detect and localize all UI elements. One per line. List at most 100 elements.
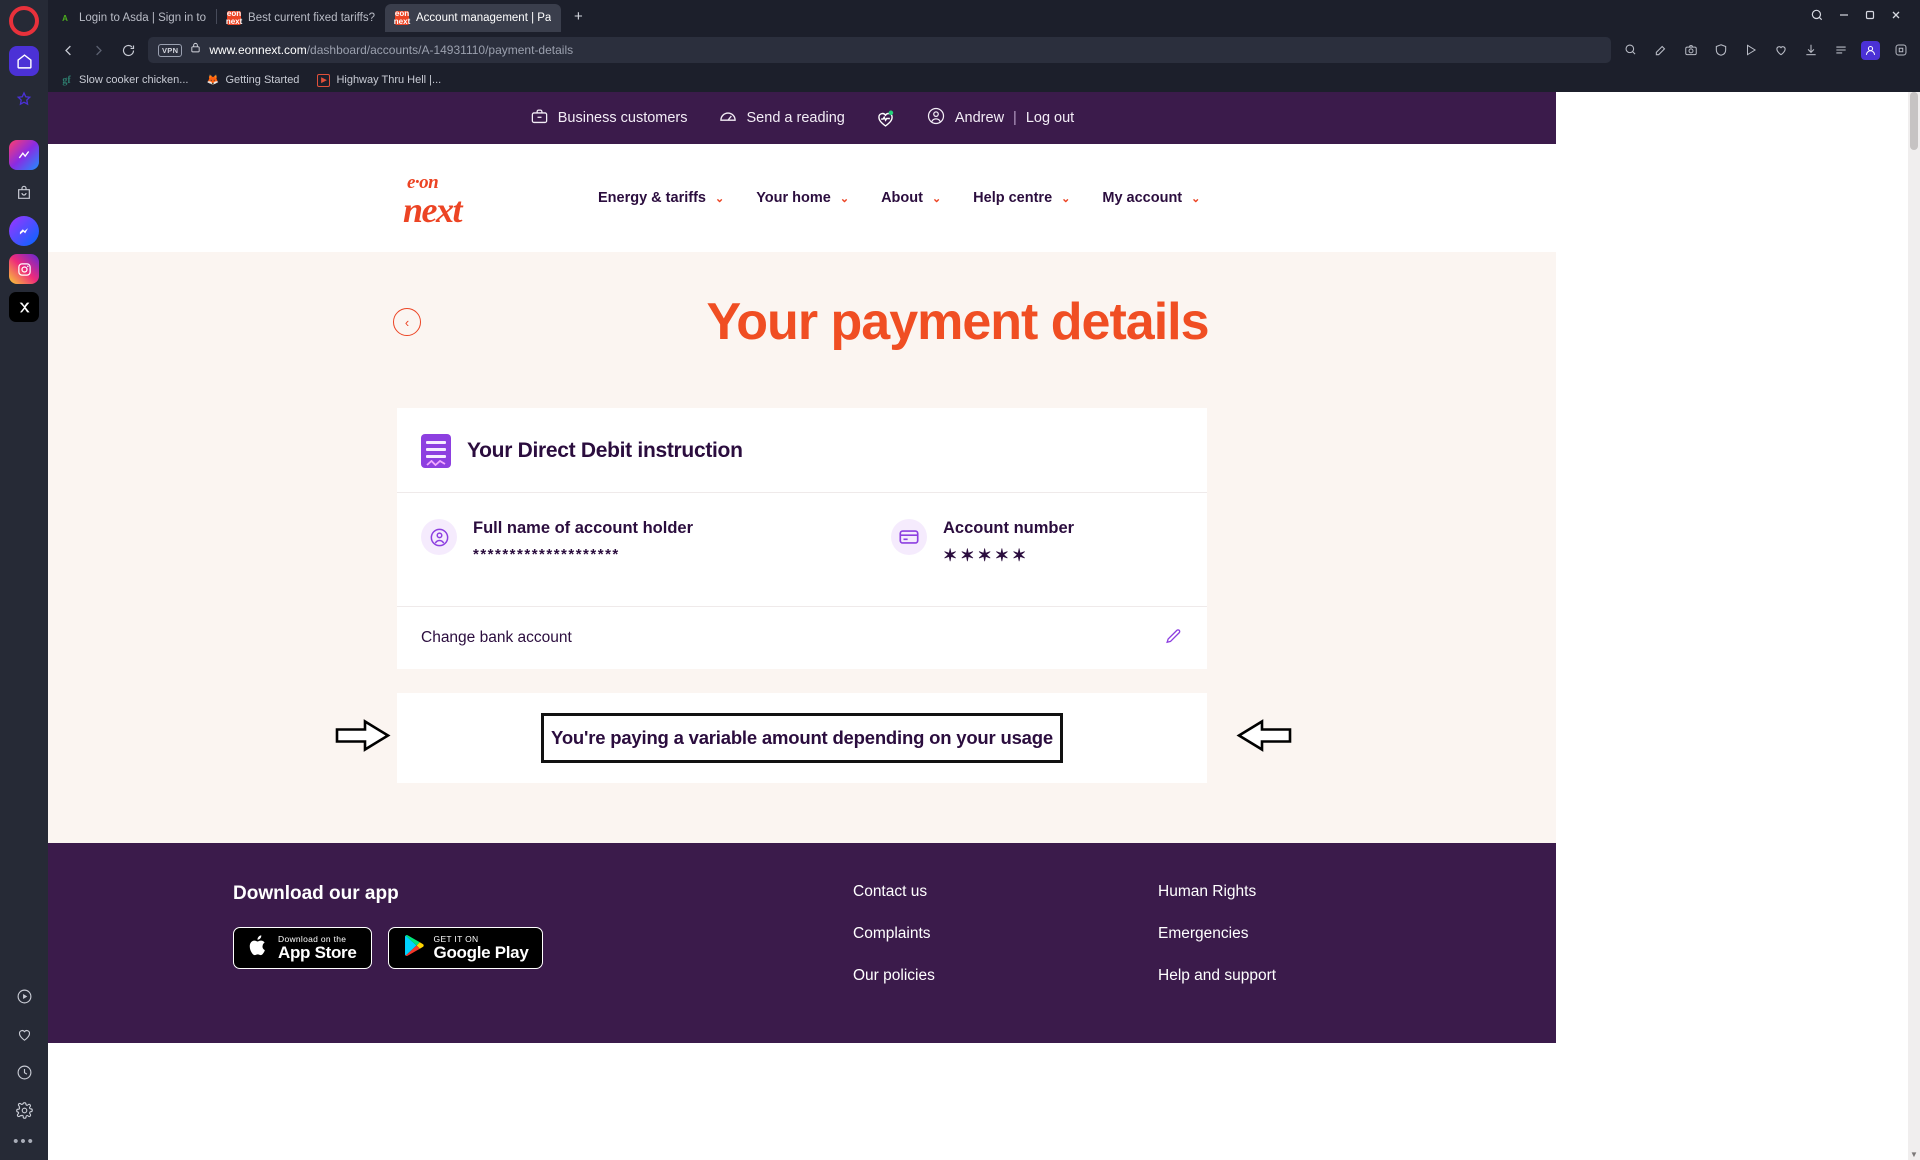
scroll-down-arrow[interactable]: ▼	[1908, 1148, 1920, 1160]
search-icon[interactable]	[1810, 8, 1824, 24]
nav-links: Energy & tariffs ⌄ Your home ⌄ About ⌄ H…	[598, 190, 1200, 206]
sidebar-item-instagram[interactable]	[9, 254, 39, 284]
maximize-button[interactable]	[1864, 9, 1876, 23]
opera-sidebar: •••	[0, 0, 48, 1160]
nav-item-your-home[interactable]: Your home ⌄	[756, 190, 849, 206]
address-bar[interactable]: VPN www.eonnext.com/dashboard/accounts/A…	[148, 37, 1611, 63]
new-tab-button[interactable]: +	[567, 5, 589, 27]
sidebar-item-history[interactable]	[9, 1057, 39, 1087]
footer-link-our-policies[interactable]: Our policies	[853, 967, 1158, 985]
heart-icon[interactable]	[1771, 41, 1790, 60]
menu-icon[interactable]	[1831, 41, 1850, 60]
business-customers-label: Business customers	[557, 110, 688, 126]
bookmarks-bar: gf Slow cooker chicken... 🦊 Getting Star…	[48, 68, 1920, 92]
scrollbar-thumb[interactable]	[1910, 92, 1918, 150]
back-icon[interactable]	[58, 40, 78, 60]
tab-title: Account management | Pa	[416, 12, 552, 24]
extensions-icon[interactable]	[1891, 41, 1910, 60]
sidebar-item-player[interactable]	[9, 981, 39, 1011]
account-menu[interactable]: Andrew | Log out	[926, 106, 1074, 130]
app-store-line2: App Store	[278, 943, 357, 963]
download-app-heading: Download our app	[233, 883, 399, 904]
pencil-icon[interactable]	[1164, 626, 1183, 650]
page-footer: Download our app Download on the App Sto…	[48, 843, 1556, 1043]
bookmark-highway-thru-hell[interactable]: ▶ Highway Thru Hell |...	[317, 73, 442, 87]
sidebar-item-x-twitter[interactable]	[9, 292, 39, 322]
tab-account-management[interactable]: eon next Account management | Pa	[385, 4, 562, 32]
eon-next-logo[interactable]: e·on next	[403, 172, 498, 228]
bookmark-getting-started[interactable]: 🦊 Getting Started	[206, 74, 300, 87]
profile-icon[interactable]	[1861, 40, 1880, 60]
vpn-badge[interactable]: VPN	[158, 43, 183, 57]
sidebar-item-favourites[interactable]	[9, 1019, 39, 1049]
close-button[interactable]	[1890, 9, 1902, 23]
google-play-button[interactable]: GET IT ON Google Play	[387, 927, 544, 969]
player-icon[interactable]	[1741, 41, 1760, 60]
hero-row: ‹ Your payment details	[48, 292, 1556, 352]
footer-link-emergencies[interactable]: Emergencies	[1158, 925, 1463, 943]
goodfood-icon: gf	[62, 74, 71, 86]
app-store-button[interactable]: Download on the App Store	[233, 927, 372, 969]
account-number-label: Account number	[943, 519, 1075, 537]
tab-asda[interactable]: A Login to Asda | Sign in to	[48, 4, 216, 32]
tab-tariffs[interactable]: eon next Best current fixed tariffs?	[217, 4, 385, 32]
screenshot-icon[interactable]	[1681, 41, 1700, 60]
edit-icon[interactable]	[1651, 41, 1670, 60]
sidebar-item-more[interactable]: •••	[13, 1133, 35, 1150]
sidebar-item-messenger[interactable]	[9, 216, 39, 246]
footer-link-help-and-support[interactable]: Help and support	[1158, 967, 1463, 985]
change-bank-account-row[interactable]: Change bank account	[397, 606, 1207, 669]
zoom-search-icon[interactable]	[1621, 41, 1640, 60]
minimize-button[interactable]	[1838, 9, 1850, 23]
forward-icon[interactable]	[88, 40, 108, 60]
browser-window: ••• A Login to Asda | Sign in to eon next…	[0, 0, 1920, 1160]
nav-item-about[interactable]: About ⌄	[881, 190, 941, 206]
shield-icon[interactable]	[1711, 41, 1730, 60]
sidebar-item-shopping[interactable]	[9, 178, 39, 208]
nav-item-energy-tariffs[interactable]: Energy & tariffs ⌄	[598, 190, 724, 206]
browser-chrome: A Login to Asda | Sign in to eon next Bes…	[48, 0, 1920, 1160]
reload-icon[interactable]	[118, 40, 138, 60]
sidebar-item-home[interactable]	[9, 46, 39, 76]
eon-favicon: eon next	[393, 9, 411, 26]
footer-link-contact-us[interactable]: Contact us	[853, 883, 1158, 901]
url-path: /dashboard/accounts/A-14931110/payment-d…	[306, 43, 574, 57]
nav-item-help-centre[interactable]: Help centre ⌄	[973, 190, 1070, 206]
send-a-reading-link[interactable]: Send a reading	[718, 106, 845, 130]
bookmark-slow-cooker[interactable]: gf Slow cooker chicken...	[60, 74, 188, 87]
send-a-reading-label: Send a reading	[746, 110, 845, 126]
page-scrollbar[interactable]: ▲ ▼	[1908, 92, 1920, 1160]
bookmark-label: Highway Thru Hell |...	[336, 74, 442, 86]
document-icon	[421, 434, 451, 468]
footer-links-column-3: Human Rights Emergencies Help and suppor…	[1158, 883, 1463, 985]
nav-item-my-account[interactable]: My account ⌄	[1102, 190, 1200, 206]
footer-links-column-2: Contact us Complaints Our policies	[853, 883, 1158, 985]
nav-label: My account	[1102, 190, 1183, 206]
store-badges: Download on the App Store GET IT ON Goog…	[233, 927, 853, 969]
back-button[interactable]: ‹	[393, 308, 421, 336]
footer-link-human-rights[interactable]: Human Rights	[1158, 883, 1463, 901]
asda-favicon: A	[62, 13, 68, 23]
sidebar-item-bookmarks[interactable]	[9, 84, 39, 114]
sidebar-item-settings[interactable]	[9, 1095, 39, 1125]
change-bank-account-label: Change bank account	[421, 629, 572, 646]
toolbar-right-icons	[1621, 40, 1910, 60]
footer-link-complaints[interactable]: Complaints	[853, 925, 1158, 943]
direct-debit-card-body: Full name of account holder ************…	[397, 493, 1207, 606]
meter-icon	[718, 106, 738, 130]
download-icon[interactable]	[1801, 41, 1820, 60]
apple-icon	[248, 934, 268, 962]
chevron-down-icon: ⌄	[931, 192, 942, 205]
content-cards: Your Direct Debit instruction Full name …	[48, 408, 1556, 843]
account-number-value: ✶✶✶✶✶	[943, 546, 1030, 565]
loyalty-heart-icon[interactable]	[875, 108, 896, 129]
bookmark-label: Getting Started	[225, 74, 300, 86]
business-customers-link[interactable]: Business customers	[530, 107, 688, 130]
eon-next-page: Business customers Send a reading Andrew…	[48, 92, 1556, 1043]
nav-label: About	[881, 190, 923, 206]
account-holder-label: Full name of account holder	[473, 519, 694, 537]
sidebar-item-aria[interactable]	[9, 140, 39, 170]
payment-notice-text: You're paying a variable amount dependin…	[551, 727, 1053, 748]
url-text: www.eonnext.com/dashboard/accounts/A-149…	[209, 43, 573, 57]
log-out-link[interactable]: Log out	[1026, 110, 1074, 126]
